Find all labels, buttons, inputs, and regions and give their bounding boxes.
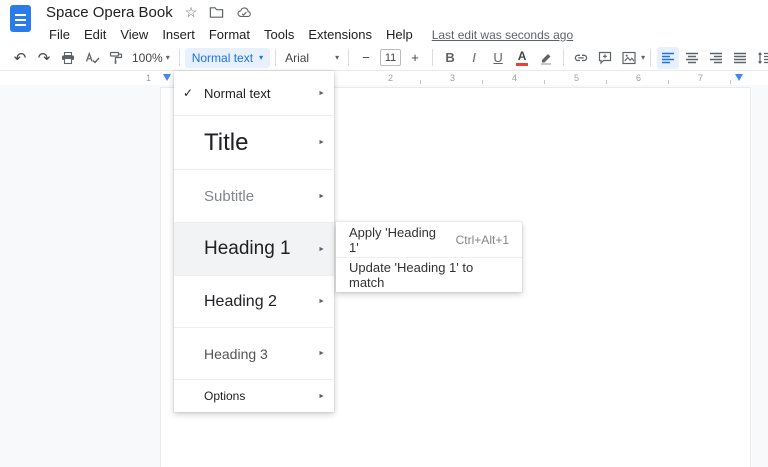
submenu-item-update-heading-1[interactable]: Update 'Heading 1' to match [336,257,522,292]
ruler-number: 2 [388,73,394,83]
add-comment-button[interactable] [594,47,616,69]
menu-edit[interactable]: Edit [77,25,113,44]
spellcheck-button[interactable] [81,47,103,69]
google-docs-app: Space Opera Book ☆ File Edit View Insert… [0,0,768,467]
decrease-font-size-button[interactable]: − [355,47,377,69]
increase-font-size-button[interactable]: + [404,47,426,69]
style-menu-item-normal-text[interactable]: ✓ Normal text ► [174,71,334,115]
style-menu-item-options[interactable]: Options ► [174,379,334,412]
move-folder-icon[interactable] [209,5,224,20]
style-menu-item-label: Subtitle [204,187,255,205]
ruler[interactable]: 1 2 3 4 5 6 7 [0,72,768,85]
submenu-arrow-icon: ► [318,89,325,97]
ruler-number: 6 [636,73,642,83]
underline-button[interactable]: U [487,47,509,69]
ruler-number: 4 [512,73,518,83]
ruler-number: 1 [146,73,152,83]
align-center-button[interactable] [681,47,703,69]
toolbar: ↶ ↷ 100% ▾ Normal text ▾ Arial ▾ − 11 + … [0,45,768,71]
print-button[interactable] [57,47,79,69]
toolbar-separator [348,49,350,66]
docs-logo-icon[interactable] [10,5,31,32]
style-menu-item-heading-1[interactable]: Heading 1 ► [174,222,334,275]
submenu-arrow-icon: ► [318,139,325,146]
ruler-number: 3 [450,73,456,83]
align-right-button[interactable] [705,47,727,69]
styles-select[interactable]: Normal text ▾ [184,47,271,68]
style-menu-item-title[interactable]: Title ► [174,115,334,169]
style-menu-item-label: Heading 3 [204,345,268,362]
font-dropdown-arrow-icon: ▾ [335,53,340,62]
styles-dropdown-arrow-icon: ▾ [259,53,264,62]
menu-help[interactable]: Help [379,25,420,44]
style-menu-item-heading-2[interactable]: Heading 2 ► [174,275,334,327]
text-color-swatch [516,62,529,66]
style-menu-item-label: Heading 2 [204,292,277,310]
menu-insert[interactable]: Insert [155,25,202,44]
left-indent-marker[interactable] [163,74,171,81]
document-title[interactable]: Space Opera Book [46,4,173,21]
undo-button[interactable]: ↶ [9,47,31,69]
style-menu-item-label: Normal text [204,85,271,101]
toolbar-separator [432,49,434,66]
menu-extensions[interactable]: Extensions [301,25,379,44]
submenu-arrow-icon: ► [318,350,325,357]
style-menu-item-subtitle[interactable]: Subtitle ► [174,169,334,222]
paint-format-button[interactable] [105,47,127,69]
bold-button[interactable]: B [439,47,461,69]
submenu-item-apply-heading-1[interactable]: Apply 'Heading 1' Ctrl+Alt+1 [336,222,522,257]
style-menu-item-label: Options [204,389,246,403]
toolbar-separator [650,49,652,66]
menu-view[interactable]: View [113,25,155,44]
cloud-saved-icon[interactable] [236,5,252,20]
insert-image-dropdown-arrow-icon[interactable]: ▾ [641,53,645,62]
star-icon[interactable]: ☆ [185,4,198,21]
menu-format[interactable]: Format [202,25,257,44]
align-left-button[interactable] [657,46,680,69]
last-edit-status[interactable]: Last edit was seconds ago [432,28,573,42]
check-icon: ✓ [183,86,194,100]
ruler-number: 5 [574,73,580,83]
shortcut-label: Ctrl+Alt+1 [455,232,509,247]
align-justify-button[interactable] [729,47,751,69]
menu-tools[interactable]: Tools [257,25,301,44]
toolbar-separator [178,49,180,66]
zoom-select[interactable]: 100% ▾ [128,47,174,69]
styles-dropdown-menu: ✓ Normal text ► Title ► Subtitle ► Headi… [174,71,334,412]
zoom-dropdown-arrow-icon: ▾ [165,53,170,62]
insert-link-button[interactable] [570,47,592,69]
submenu-arrow-icon: ► [318,392,325,400]
font-size-input[interactable]: 11 [380,49,402,66]
italic-button[interactable]: I [463,47,485,69]
style-menu-item-label: Heading 1 [204,238,291,259]
font-select[interactable]: Arial ▾ [281,47,343,69]
menu-file[interactable]: File [42,25,77,44]
submenu-arrow-icon: ► [318,298,325,305]
right-indent-marker[interactable] [735,74,743,81]
highlight-color-button[interactable] [535,47,557,69]
submenu-arrow-icon: ► [318,245,325,253]
submenu-arrow-icon: ► [318,192,325,200]
text-color-button[interactable]: A [511,47,533,69]
redo-button[interactable]: ↷ [33,47,55,69]
heading-1-submenu: Apply 'Heading 1' Ctrl+Alt+1 Update 'Hea… [336,222,522,292]
style-menu-item-heading-3[interactable]: Heading 3 ► [174,327,334,379]
menubar: File Edit View Insert Format Tools Exten… [42,25,573,44]
line-spacing-button[interactable] [753,47,768,69]
style-menu-item-label: Title [204,128,249,156]
toolbar-separator [563,49,565,66]
titlebar: Space Opera Book ☆ File Edit View Insert… [0,0,768,45]
insert-image-button[interactable] [618,47,640,69]
ruler-number: 7 [698,73,704,83]
toolbar-separator [275,49,277,66]
